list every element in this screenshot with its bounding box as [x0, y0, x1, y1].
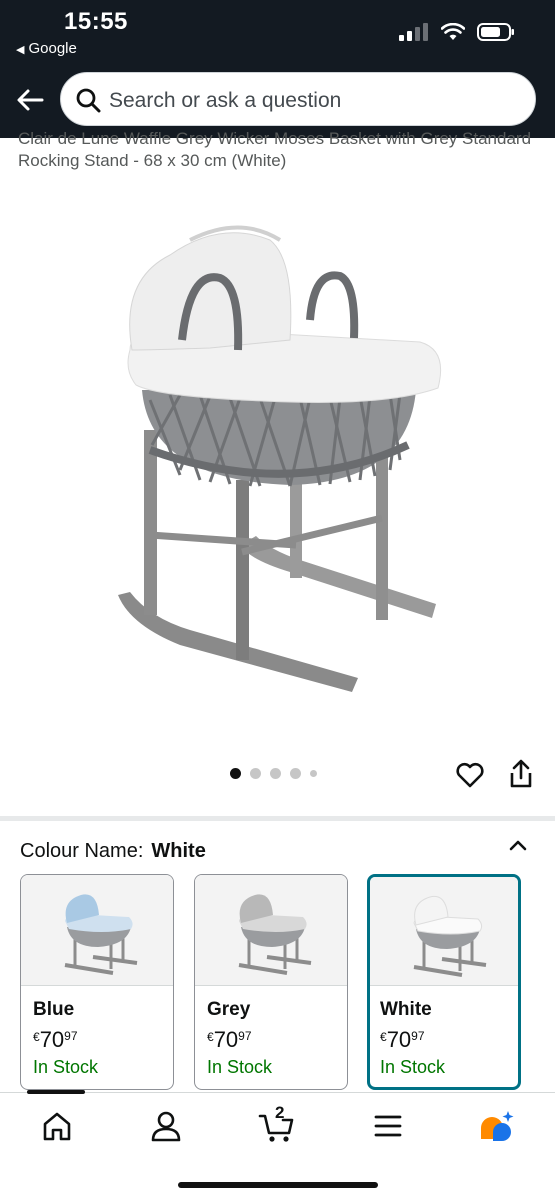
share-icon[interactable]: [506, 758, 536, 790]
section-divider: [0, 816, 555, 821]
pagination-dot[interactable]: [290, 768, 301, 779]
colour-label: Colour Name:: [20, 840, 144, 862]
account-icon[interactable]: [146, 1108, 186, 1144]
option-name: Grey: [207, 999, 251, 1020]
status-time: 15:55: [64, 8, 128, 35]
search-bar[interactable]: Search or ask a question: [60, 72, 536, 126]
rufus-icon[interactable]: [477, 1108, 517, 1144]
option-stock: In Stock: [33, 1057, 99, 1077]
battery-icon: [477, 23, 514, 41]
status-icons: [399, 20, 515, 44]
colour-selected-value: White: [151, 840, 206, 862]
colour-option-white[interactable]: White €7097 In Stock: [367, 874, 521, 1090]
colour-option-blue[interactable]: Blue €7097 In Stock: [20, 874, 174, 1090]
wifi-icon: [441, 23, 465, 40]
image-pagination[interactable]: [230, 768, 317, 779]
nav-active-indicator: [27, 1090, 85, 1094]
pagination-dot[interactable]: [310, 770, 317, 777]
colour-name-row: Colour Name: White: [20, 840, 206, 863]
signal-icon: [399, 23, 428, 41]
product-image[interactable]: [90, 200, 470, 720]
basket-thumbnail-icon: [413, 895, 487, 977]
pagination-dot[interactable]: [270, 768, 281, 779]
swatch-thumbnail: [370, 877, 518, 986]
option-stock: In Stock: [207, 1057, 273, 1077]
swatch-thumbnail: [21, 875, 173, 986]
basket-thumbnail-icon: [64, 894, 138, 975]
back-arrow-icon[interactable]: [14, 84, 46, 116]
colour-option-grey[interactable]: Grey €7097 In Stock: [194, 874, 348, 1090]
pagination-dot[interactable]: [250, 768, 261, 779]
search-icon: [76, 88, 101, 113]
product-title-wrap: Clair de Lune Waffle Grey Wicker Moses B…: [18, 132, 538, 178]
option-price: €7097: [33, 1027, 78, 1052]
option-name: White: [380, 999, 432, 1020]
swatch-thumbnail: [195, 875, 347, 986]
pagination-dot[interactable]: [230, 768, 241, 779]
chevron-up-icon[interactable]: [505, 832, 531, 858]
option-name: Blue: [33, 999, 75, 1020]
app-header: 15:55 ◀ Google Search or ask a question: [0, 0, 555, 138]
product-title: Clair de Lune Waffle Grey Wicker Moses B…: [18, 132, 532, 170]
menu-icon[interactable]: [368, 1108, 408, 1144]
heart-icon[interactable]: [455, 760, 485, 790]
back-app-name: Google: [28, 40, 77, 57]
status-back-to-app[interactable]: ◀ Google: [16, 40, 77, 57]
basket-thumbnail-icon: [238, 894, 312, 975]
home-icon[interactable]: [37, 1108, 77, 1144]
home-indicator-bar: [178, 1182, 378, 1188]
option-price: €7097: [380, 1027, 425, 1052]
back-triangle-icon: ◀: [16, 44, 25, 56]
cart-count-badge: 2: [275, 1103, 285, 1122]
option-price: €7097: [207, 1027, 252, 1052]
option-stock: In Stock: [380, 1057, 446, 1077]
search-placeholder: Search or ask a question: [109, 89, 342, 112]
